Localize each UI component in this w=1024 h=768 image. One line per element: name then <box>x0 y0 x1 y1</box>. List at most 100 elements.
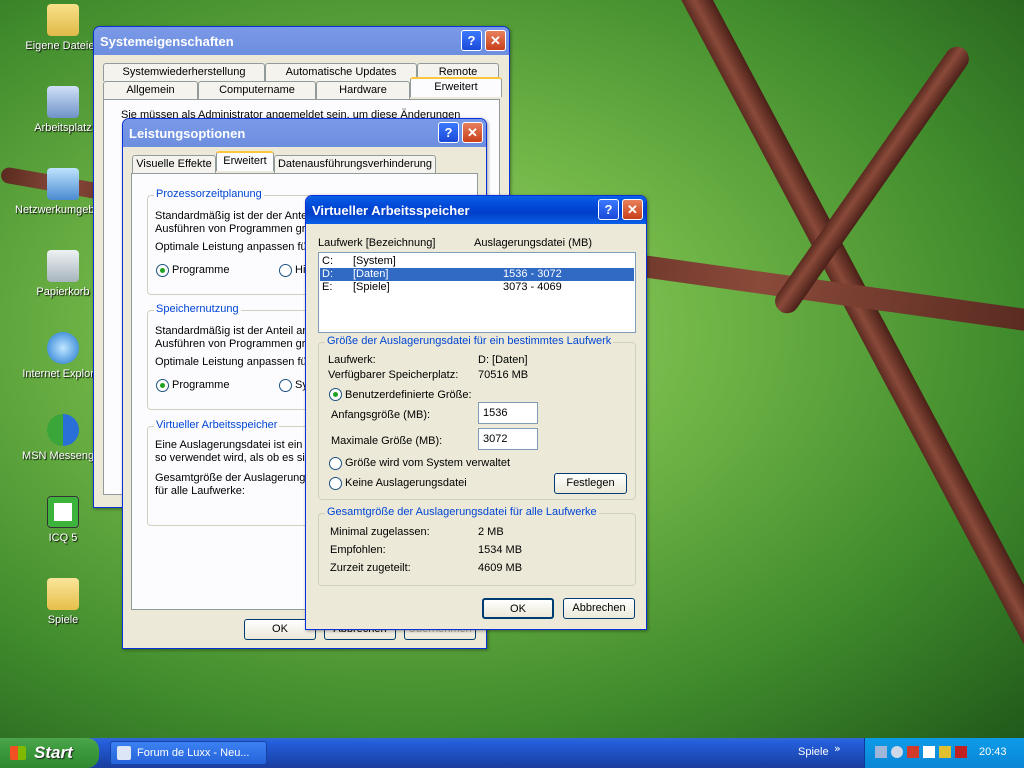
custom-size-radio[interactable] <box>329 388 342 401</box>
chevron-icon[interactable]: » <box>834 742 841 755</box>
wallpaper-branch <box>660 0 1024 738</box>
free-space-label: Verfügbarer Speicherplatz: <box>328 369 459 381</box>
taskbar: Start Forum de Luxx - Neu... Spiele » 20… <box>0 738 1024 768</box>
description-text: Standardmäßig ist der der Ante <box>155 210 308 222</box>
windows-logo-icon <box>10 746 26 760</box>
system-cache-radio[interactable] <box>279 379 292 392</box>
group-title: Gesamtgröße der Auslagerungsdatei für al… <box>325 506 599 518</box>
list-item[interactable]: C: [System] <box>320 255 634 268</box>
radio-label: Keine Auslagerungsdatei <box>345 477 467 489</box>
help-button[interactable]: ? <box>598 199 619 220</box>
max-size-label: Maximale Größe (MB): <box>331 435 443 447</box>
drive-size-group: Größe der Auslagerungsdatei für ein best… <box>318 335 636 500</box>
description-text: Gesamtgröße der Auslagerungs <box>155 472 311 484</box>
initial-size-input[interactable] <box>478 402 538 424</box>
ie-icon <box>47 332 79 364</box>
tray-app-icon[interactable] <box>939 746 951 758</box>
virtual-memory-dialog: Virtueller Arbeitsspeicher ? ✕ Laufwerk … <box>305 195 647 630</box>
antivirus-icon[interactable] <box>907 746 919 758</box>
current-value: 4609 MB <box>478 562 523 574</box>
tab-systemwiederherstellung[interactable]: Systemwiederherstellung <box>103 63 265 81</box>
description-text: Ausführen von Programmen gr <box>155 338 306 350</box>
folder-docs-icon <box>47 4 79 36</box>
system-properties-titlebar[interactable]: Systemeigenschaften ? ✕ <box>94 27 509 55</box>
performance-options-titlebar[interactable]: Leistungsoptionen ? ✕ <box>123 119 486 147</box>
description-text: so verwendet wird, als ob es sie <box>155 452 311 464</box>
network-tray-icon[interactable] <box>875 746 887 758</box>
window-title: Virtueller Arbeitsspeicher <box>312 203 470 218</box>
group-title: Größe der Auslagerungsdatei für ein best… <box>325 335 614 347</box>
tab-datenausfuehrungsverhinderung[interactable]: Datenausführungsverhinderung <box>274 155 436 173</box>
network-icon <box>47 168 79 200</box>
system-tray: 20:43 <box>864 738 1024 768</box>
tab-allgemein[interactable]: Allgemein <box>103 81 198 99</box>
tab-erweitert[interactable]: Erweitert <box>410 77 502 97</box>
drive-name: [Spiele] <box>353 281 390 293</box>
tab-computername[interactable]: Computername <box>198 81 316 99</box>
current-label: Zurzeit zugeteilt: <box>330 562 411 574</box>
no-paging-file-radio[interactable] <box>329 477 342 490</box>
window-title: Systemeigenschaften <box>100 34 234 49</box>
tab-erweitert[interactable]: Erweitert <box>216 151 274 171</box>
ok-button[interactable]: OK <box>482 598 554 619</box>
close-button[interactable]: ✕ <box>485 30 506 51</box>
list-item[interactable]: D: [Daten] 1536 - 3072 <box>320 268 634 281</box>
programs-radio[interactable] <box>156 264 169 277</box>
drive-size: 3073 - 4069 <box>503 281 562 293</box>
drive-letter: C: <box>322 255 333 267</box>
volume-icon[interactable] <box>891 746 903 758</box>
close-button[interactable]: ✕ <box>622 199 643 220</box>
group-title: Virtueller Arbeitsspeicher <box>154 419 280 431</box>
security-icon[interactable] <box>955 746 967 758</box>
recommended-value: 1534 MB <box>478 544 523 556</box>
initial-size-label: Anfangsgröße (MB): <box>331 409 431 421</box>
description-text: Optimale Leistung anpassen für <box>155 241 311 253</box>
help-button[interactable]: ? <box>438 122 459 143</box>
radio-label: Programme <box>172 379 230 391</box>
desktop-icon-spiele[interactable]: Spiele <box>15 578 111 626</box>
min-allowed-label: Minimal zugelassen: <box>330 526 430 538</box>
tab-automatische-updates[interactable]: Automatische Updates <box>265 63 417 81</box>
description-text: Ausführen von Programmen gr <box>155 223 306 235</box>
radio-label: Hi <box>295 264 306 276</box>
drive-label: Laufwerk: <box>328 354 376 366</box>
description-text: Standardmäßig ist der Anteil an <box>155 325 309 337</box>
max-size-input[interactable] <box>478 428 538 450</box>
free-space-value: 70516 MB <box>478 369 529 381</box>
start-button[interactable]: Start <box>0 738 99 768</box>
tab-hardware[interactable]: Hardware <box>316 81 410 99</box>
list-item[interactable]: E: [Spiele] 3073 - 4069 <box>320 281 634 294</box>
msn-icon <box>47 414 79 446</box>
dso-icon[interactable] <box>923 746 935 758</box>
virtual-memory-titlebar[interactable]: Virtueller Arbeitsspeicher ? ✕ <box>306 196 646 224</box>
recommended-label: Empfohlen: <box>330 544 386 556</box>
folder-icon <box>47 578 79 610</box>
tab-visuelle-effekte[interactable]: Visuelle Effekte <box>132 155 216 173</box>
total-size-group: Gesamtgröße der Auslagerungsdatei für al… <box>318 506 636 586</box>
cancel-button[interactable]: Abbrechen <box>563 598 635 619</box>
programs-radio[interactable] <box>156 379 169 392</box>
drive-name: [Daten] <box>353 268 389 280</box>
taskbar-item-forum[interactable]: Forum de Luxx - Neu... <box>110 741 267 765</box>
background-services-radio[interactable] <box>279 264 292 277</box>
start-label: Start <box>34 743 73 762</box>
clock[interactable]: 20:43 <box>979 746 1007 758</box>
column-header-drive: Laufwerk [Bezeichnung] <box>318 237 436 249</box>
drive-list[interactable]: C: [System] D: [Daten] 1536 - 3072 E: [S… <box>318 252 636 333</box>
set-button[interactable]: Festlegen <box>554 473 627 494</box>
column-header-paging: Auslagerungsdatei (MB) <box>474 237 593 249</box>
close-button[interactable]: ✕ <box>462 122 483 143</box>
drive-value: D: [Daten] <box>478 354 528 366</box>
description-text: Eine Auslagerungsdatei ist ein B <box>155 439 313 451</box>
radio-label: Programme <box>172 264 230 276</box>
icq-icon <box>47 496 79 528</box>
radio-label: Benutzerdefinierte Größe: <box>345 389 472 401</box>
help-button[interactable]: ? <box>461 30 482 51</box>
browser-icon <box>117 746 131 760</box>
computer-icon <box>47 86 79 118</box>
system-managed-radio[interactable] <box>329 457 342 470</box>
group-title: Prozessorzeitplanung <box>154 188 264 200</box>
window-title: Leistungsoptionen <box>129 126 246 141</box>
quick-toolbar-label[interactable]: Spiele <box>798 746 829 758</box>
group-title: Speichernutzung <box>154 303 241 315</box>
